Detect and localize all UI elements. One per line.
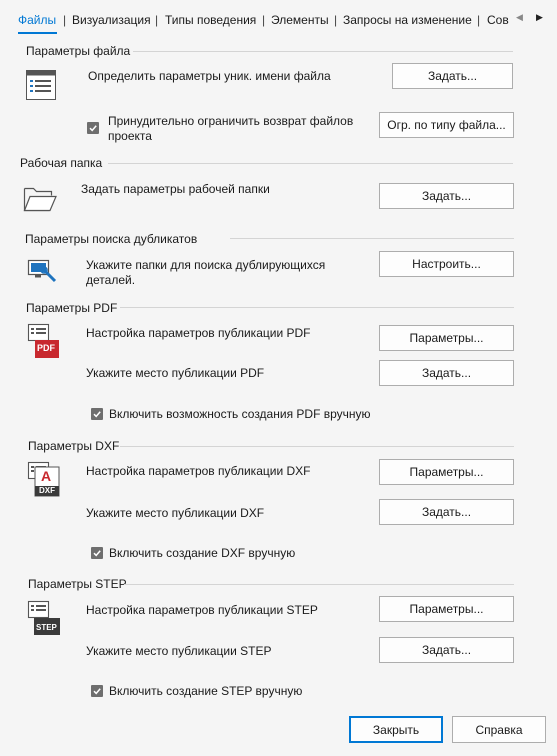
tab-separator: | xyxy=(155,13,159,27)
restrict-checkbox-label: Принудительно ограничить возврат файлов … xyxy=(108,114,354,143)
close-button[interactable]: Закрыть xyxy=(349,716,443,743)
dxf-header: Параметры DXF xyxy=(28,439,120,453)
tab-visualization[interactable]: Визуализация xyxy=(72,13,151,27)
checkmark-icon xyxy=(93,688,101,695)
tab-separator: | xyxy=(63,13,67,27)
pdf-icon-text: PDF xyxy=(37,343,55,353)
restrict-checkbox[interactable] xyxy=(87,122,99,134)
tab-change-requests[interactable]: Запросы на изменение xyxy=(343,13,472,27)
step-icon-text: STEP xyxy=(36,623,57,632)
file-naming-icon xyxy=(26,70,56,100)
pdf-header: Параметры PDF xyxy=(26,301,118,315)
step-publish-label: Настройка параметров публикации STEP xyxy=(86,603,318,617)
scroll-left-icon[interactable]: ◀ xyxy=(516,12,523,23)
dxf-location-label: Укажите место публикации DXF xyxy=(86,506,265,520)
checkmark-icon xyxy=(93,550,101,557)
restrict-by-type-button[interactable]: Огр. по типу файла... xyxy=(379,112,514,138)
tab-separator: | xyxy=(477,13,481,27)
checkmark-icon xyxy=(89,125,97,132)
tab-elements[interactable]: Элементы xyxy=(271,13,329,27)
pdf-location-label: Укажите место публикации PDF xyxy=(86,366,265,380)
dxf-manual-checkbox[interactable] xyxy=(91,547,103,559)
dxf-icon-letter: A xyxy=(41,468,52,484)
tab-files[interactable]: Файлы xyxy=(18,13,56,27)
step-header: Параметры STEP xyxy=(28,577,127,591)
file-params-divider xyxy=(133,51,513,52)
dxf-location-set-button[interactable]: Задать... xyxy=(379,499,514,525)
step-manual-label: Включить создание STEP вручную xyxy=(109,684,303,698)
dxf-publish-label: Настройка параметров публикации DXF xyxy=(86,464,311,478)
pdf-icon: PDF xyxy=(27,323,61,359)
tab-separator: | xyxy=(262,13,266,27)
pdf-manual-checkbox[interactable] xyxy=(91,408,103,420)
dxf-icon-text: DXF xyxy=(39,486,55,495)
dxf-manual-label: Включить создание DXF вручную xyxy=(109,546,296,560)
folder-icon xyxy=(23,187,57,212)
pdf-location-set-button[interactable]: Задать... xyxy=(379,360,514,386)
duplicates-label: Укажите папки для поиска дублирующихся д… xyxy=(86,258,326,287)
unique-name-set-button[interactable]: Задать... xyxy=(392,63,513,89)
work-folder-header: Рабочая папка xyxy=(20,156,103,170)
work-folder-divider xyxy=(108,163,513,164)
duplicates-divider xyxy=(230,238,514,239)
duplicates-configure-button[interactable]: Настроить... xyxy=(379,251,514,277)
dxf-publish-params-button[interactable]: Параметры... xyxy=(379,459,514,485)
dxf-divider xyxy=(120,446,514,447)
tab-bar: Файлы | Визуализация | Типы поведения | … xyxy=(0,0,557,40)
unique-name-label: Определить параметры уник. имени файла xyxy=(88,69,331,83)
tab-separator: | xyxy=(334,13,338,27)
step-location-label: Укажите место публикации STEP xyxy=(86,644,272,658)
file-params-header: Параметры файла xyxy=(26,44,131,58)
pdf-divider xyxy=(120,307,514,308)
step-icon: STEP xyxy=(27,600,61,636)
dxf-icon: A DXF xyxy=(27,461,61,497)
pdf-publish-params-button[interactable]: Параметры... xyxy=(379,325,514,351)
step-manual-checkbox[interactable] xyxy=(91,685,103,697)
step-publish-params-button[interactable]: Параметры... xyxy=(379,596,514,622)
tab-more[interactable]: Сов xyxy=(487,13,509,27)
pdf-publish-label: Настройка параметров публикации PDF xyxy=(86,326,311,340)
step-divider xyxy=(124,584,514,585)
scroll-right-icon[interactable]: ▶ xyxy=(536,12,543,23)
work-folder-set-button[interactable]: Задать... xyxy=(379,183,514,209)
checkmark-icon xyxy=(93,411,101,418)
duplicates-header: Параметры поиска дубликатов xyxy=(25,232,198,246)
pdf-manual-label: Включить возможность создания PDF вручну… xyxy=(109,407,371,421)
active-tab-underline xyxy=(18,32,57,34)
duplicate-search-icon xyxy=(27,259,57,283)
help-button[interactable]: Справка xyxy=(452,716,546,743)
tab-behaviors[interactable]: Типы поведения xyxy=(165,13,256,27)
step-location-set-button[interactable]: Задать... xyxy=(379,637,514,663)
work-folder-label: Задать параметры рабочей папки xyxy=(81,182,270,196)
